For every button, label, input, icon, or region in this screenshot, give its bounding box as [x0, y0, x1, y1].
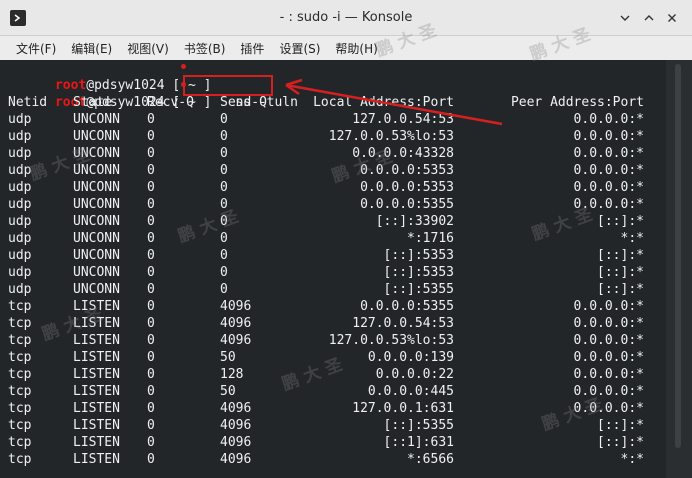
annotation-arrow	[285, 78, 503, 126]
konsole-window: - : sudo -i — Konsole 文件(F) 编辑(E) 视图(V) …	[0, 0, 692, 478]
